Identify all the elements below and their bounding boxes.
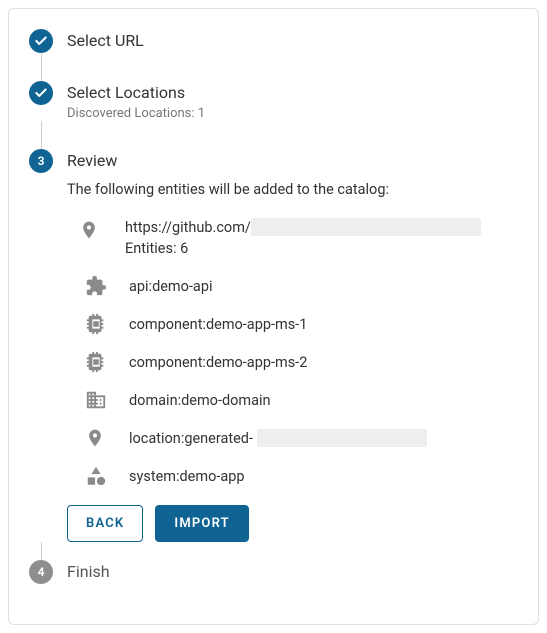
domain-icon xyxy=(85,389,129,411)
connector xyxy=(41,121,42,149)
entity-row: component:demo-app-ms-2 xyxy=(85,351,518,373)
step-review: 3 Review xyxy=(29,149,518,173)
entity-row: component:demo-app-ms-1 xyxy=(85,313,518,335)
redacted-location-id xyxy=(257,429,427,447)
entities-count: Entities: 6 xyxy=(125,240,518,257)
button-row: BACK IMPORT xyxy=(67,505,518,542)
review-content: The following entities will be added to … xyxy=(67,181,518,542)
review-description: The following entities will be added to … xyxy=(67,181,518,198)
entity-row: system:demo-app xyxy=(85,465,518,487)
step-badge-done xyxy=(29,81,53,105)
step-badge-done xyxy=(29,29,53,53)
location-pin-icon xyxy=(85,427,129,449)
entity-label: api:demo-api xyxy=(129,278,212,295)
step-title: Select URL xyxy=(67,31,144,50)
puzzle-icon xyxy=(85,275,129,297)
entity-row: api:demo-api xyxy=(85,275,518,297)
back-button[interactable]: BACK xyxy=(67,505,143,542)
step-title: Select Locations xyxy=(67,83,205,102)
review-url-row: https://github.com/ Entities: 6 xyxy=(79,218,518,257)
entity-label-prefix: location:generated- xyxy=(129,430,253,447)
redacted-url-rest xyxy=(251,218,481,236)
chip-icon xyxy=(85,351,129,373)
step-subtitle: Discovered Locations: 1 xyxy=(67,106,205,121)
step-select-locations: Select Locations Discovered Locations: 1 xyxy=(29,81,518,121)
step-badge-inactive: 4 xyxy=(29,560,53,584)
step-number: 3 xyxy=(38,154,45,168)
chip-icon xyxy=(85,313,129,335)
entity-label: domain:demo-domain xyxy=(129,392,271,409)
step-title: Finish xyxy=(67,562,110,581)
entity-label: system:demo-app xyxy=(129,468,245,485)
connector xyxy=(41,53,42,81)
step-title: Review xyxy=(67,151,117,170)
wizard-card: Select URL Select Locations Discovered L… xyxy=(8,8,539,625)
entity-label: component:demo-app-ms-2 xyxy=(129,354,307,371)
step-select-url: Select URL xyxy=(29,29,518,53)
system-icon xyxy=(85,465,129,487)
step-number: 4 xyxy=(38,565,45,579)
connector xyxy=(41,542,42,560)
step-finish: 4 Finish xyxy=(29,560,518,584)
entity-row: domain:demo-domain xyxy=(85,389,518,411)
import-button[interactable]: IMPORT xyxy=(155,505,248,542)
step-badge-active: 3 xyxy=(29,149,53,173)
entity-row: location:generated- xyxy=(85,427,518,449)
entity-label: component:demo-app-ms-1 xyxy=(129,316,307,333)
review-url-prefix: https://github.com/ xyxy=(125,219,251,236)
location-pin-icon xyxy=(79,218,125,242)
entity-list: api:demo-api component:demo-app-ms-1 com… xyxy=(85,275,518,487)
